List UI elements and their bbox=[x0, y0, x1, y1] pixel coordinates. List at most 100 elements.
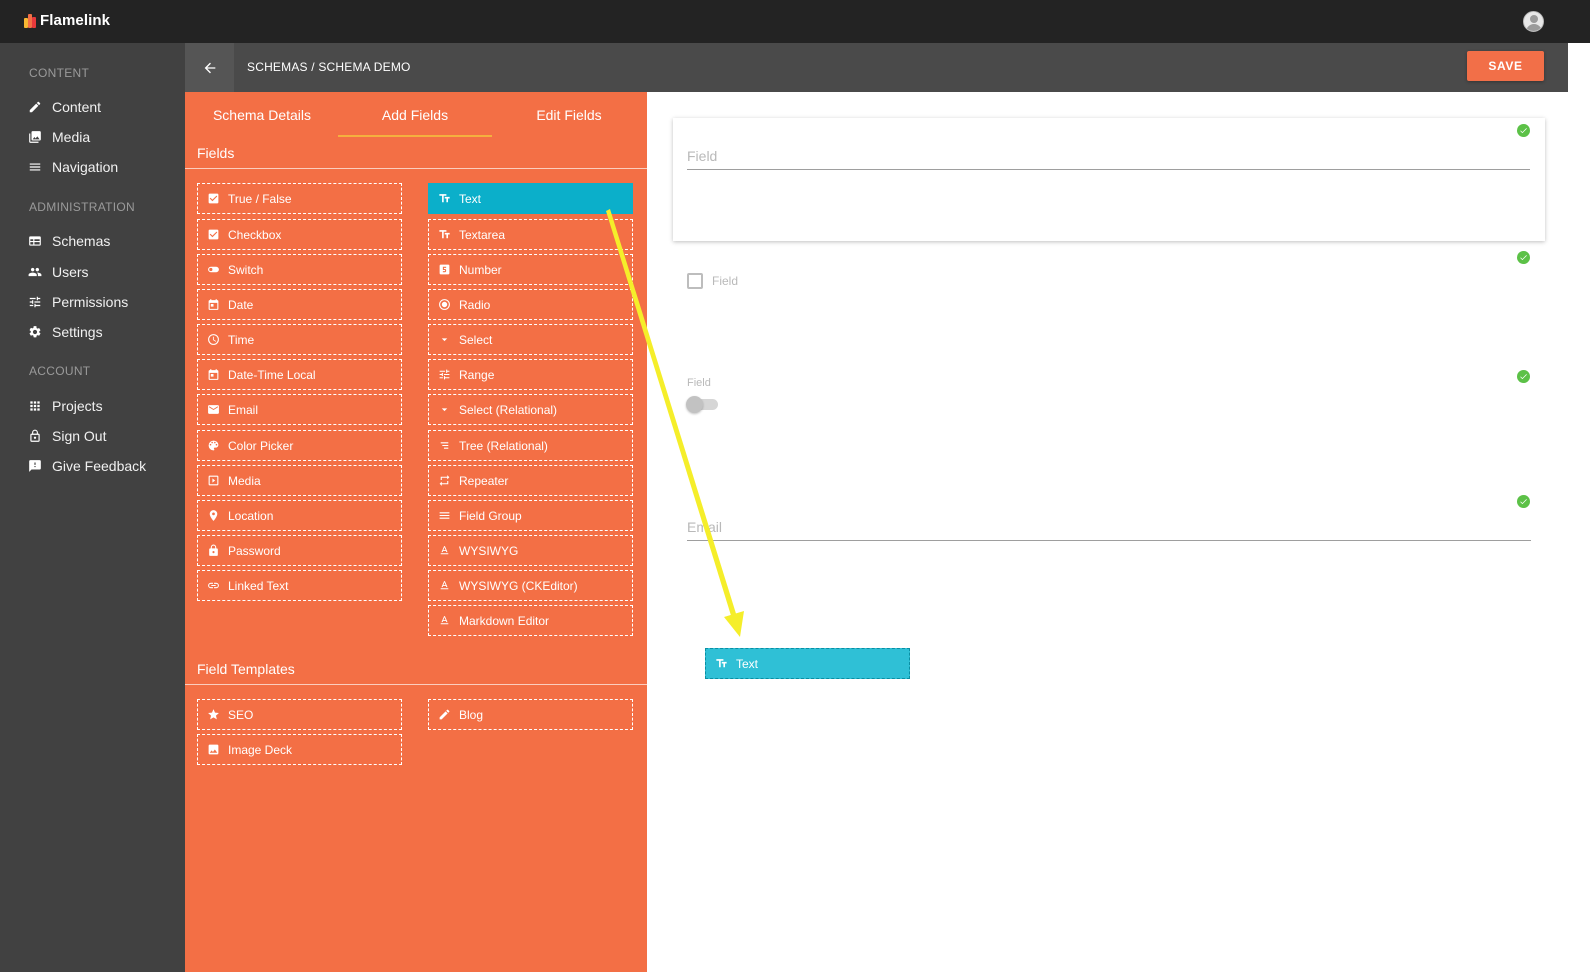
menu-icon bbox=[29, 163, 41, 171]
sidebar-item-sign-out[interactable]: Sign Out bbox=[28, 424, 106, 448]
tab-add-fields[interactable]: Add Fields bbox=[338, 92, 492, 137]
field-switch[interactable]: Switch bbox=[197, 254, 402, 285]
star-icon bbox=[207, 709, 219, 720]
toggle-icon bbox=[207, 266, 219, 273]
field-select[interactable]: Select bbox=[428, 324, 633, 355]
feedback-icon bbox=[29, 460, 41, 472]
text-field-underline bbox=[687, 169, 1530, 170]
sidebar-item-schemas[interactable]: Schemas bbox=[28, 229, 110, 253]
field-label: Media bbox=[228, 473, 261, 488]
sidebar-item-label: Users bbox=[52, 264, 89, 280]
template-blog[interactable]: Blog bbox=[428, 699, 633, 730]
sidebar-item-users[interactable]: Users bbox=[28, 260, 89, 284]
link-icon bbox=[207, 582, 219, 589]
field-time[interactable]: Time bbox=[197, 324, 402, 355]
clock-icon bbox=[207, 334, 219, 345]
fields-divider bbox=[185, 168, 647, 169]
tab-schema-details[interactable]: Schema Details bbox=[185, 92, 339, 137]
text-icon bbox=[438, 230, 450, 239]
checkbox-icon bbox=[208, 193, 218, 204]
field-text[interactable]: Text bbox=[428, 183, 633, 214]
field-tree-relational[interactable]: Tree (Relational) bbox=[428, 430, 633, 461]
lock-icon bbox=[208, 544, 218, 556]
field-number[interactable]: Number bbox=[428, 254, 633, 285]
field-label: Email bbox=[228, 402, 259, 417]
sidebar-item-give-feedback[interactable]: Give Feedback bbox=[28, 454, 146, 478]
field-label: Password bbox=[228, 543, 281, 558]
radio-icon bbox=[438, 299, 450, 310]
checkbox-icon bbox=[208, 229, 218, 240]
app-name: Flamelink bbox=[40, 12, 111, 29]
field-true-false[interactable]: True / False bbox=[197, 183, 402, 214]
field-date-time-local[interactable]: Date-Time Local bbox=[197, 359, 402, 390]
sidebar-item-permissions[interactable]: Permissions bbox=[28, 290, 128, 314]
checkbox-preview[interactable] bbox=[687, 273, 703, 289]
field-wysiwyg-ckeditor[interactable]: WYSIWYG (CKEditor) bbox=[428, 570, 633, 601]
text-icon bbox=[438, 194, 450, 203]
template-label: SEO bbox=[228, 707, 254, 722]
users-icon bbox=[28, 267, 42, 277]
field-wysiwyg[interactable]: WYSIWYG bbox=[428, 535, 633, 566]
field-checkbox[interactable]: Checkbox bbox=[197, 219, 402, 250]
field-field-group[interactable]: Field Group bbox=[428, 500, 633, 531]
sidebar-item-media[interactable]: Media bbox=[28, 125, 90, 149]
sidebar-section-content: CONTENT bbox=[29, 66, 90, 80]
field-select-relational[interactable]: Select (Relational) bbox=[428, 394, 633, 425]
field-repeater[interactable]: Repeater bbox=[428, 465, 633, 496]
calendar-icon bbox=[208, 299, 218, 310]
sidebar-item-projects[interactable]: Projects bbox=[28, 394, 103, 418]
field-color-picker[interactable]: Color Picker bbox=[197, 430, 402, 461]
flamelink-logo[interactable]: Flamelink bbox=[24, 12, 110, 29]
field-date[interactable]: Date bbox=[197, 289, 402, 320]
back-button[interactable] bbox=[185, 43, 234, 92]
sidebar-item-label: Give Feedback bbox=[52, 458, 147, 474]
tab-edit-fields[interactable]: Edit Fields bbox=[492, 92, 646, 137]
switch-knob bbox=[686, 396, 703, 413]
sidebar: CONTENT Content Media Navigation ADMINIS… bbox=[0, 43, 185, 972]
field-linked-text[interactable]: Linked Text bbox=[197, 570, 402, 601]
field-label: Field Group bbox=[459, 508, 522, 523]
field-email[interactable]: Email bbox=[197, 394, 402, 425]
field-label: Markdown Editor bbox=[459, 613, 550, 628]
field-range[interactable]: Range bbox=[428, 359, 633, 390]
caret-down-icon bbox=[441, 408, 447, 412]
mail-icon bbox=[207, 405, 219, 414]
check-circle-icon bbox=[1517, 251, 1530, 264]
fields-section-title: Fields bbox=[197, 145, 235, 161]
field-label: Date bbox=[228, 297, 254, 312]
sidebar-item-content[interactable]: Content bbox=[28, 95, 101, 119]
field-markdown-editor[interactable]: Markdown Editor bbox=[428, 605, 633, 636]
field-label: Range bbox=[459, 367, 495, 382]
sidebar-item-navigation[interactable]: Navigation bbox=[28, 155, 118, 179]
user-avatar[interactable] bbox=[1523, 11, 1544, 32]
apps-grid-icon bbox=[30, 401, 40, 411]
field-label: Repeater bbox=[459, 473, 509, 488]
text-field-preview-card[interactable]: Field bbox=[673, 118, 1545, 241]
save-button[interactable]: SAVE bbox=[1467, 51, 1544, 81]
gear-icon bbox=[29, 326, 41, 338]
template-image-deck[interactable]: Image Deck bbox=[197, 734, 402, 765]
pencil-icon bbox=[29, 101, 41, 113]
field-label: WYSIWYG (CKEditor) bbox=[459, 578, 578, 593]
field-radio[interactable]: Radio bbox=[428, 289, 633, 320]
field-label: WYSIWYG bbox=[459, 543, 519, 558]
field-location[interactable]: Location bbox=[197, 500, 402, 531]
template-seo[interactable]: SEO bbox=[197, 699, 402, 730]
field-textarea[interactable]: Textarea bbox=[428, 219, 633, 250]
lock-icon bbox=[30, 429, 40, 442]
field-label: Linked Text bbox=[228, 578, 289, 593]
schema-icon bbox=[29, 236, 41, 246]
text-field-placeholder: Field bbox=[687, 148, 718, 164]
sidebar-item-label: Media bbox=[52, 129, 91, 145]
sidebar-item-label: Settings bbox=[52, 324, 103, 340]
field-media[interactable]: Media bbox=[197, 465, 402, 496]
pencil-icon bbox=[439, 709, 449, 720]
template-label: Image Deck bbox=[228, 742, 293, 757]
sidebar-item-settings[interactable]: Settings bbox=[28, 320, 103, 344]
format-text-icon bbox=[440, 546, 448, 555]
field-password[interactable]: Password bbox=[197, 535, 402, 566]
dragged-text-field[interactable]: Text bbox=[705, 648, 910, 679]
pin-icon bbox=[209, 510, 217, 521]
field-picker-panel: Schema Details Add Fields Edit Fields Fi… bbox=[185, 92, 647, 972]
text-icon bbox=[715, 659, 727, 668]
